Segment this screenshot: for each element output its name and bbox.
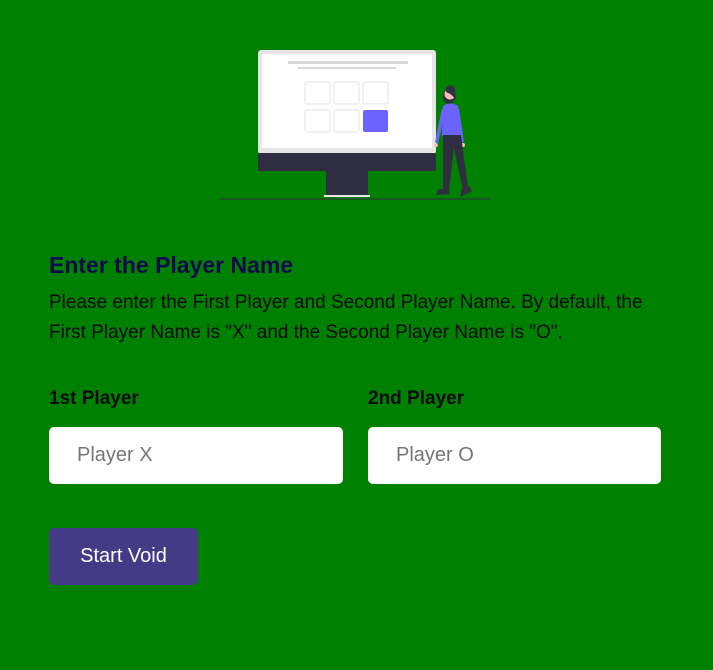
start-button[interactable]: Start Void bbox=[49, 528, 198, 585]
board-cell bbox=[304, 109, 331, 133]
person-figure bbox=[434, 85, 472, 197]
monitor-stand bbox=[326, 171, 368, 197]
first-player-label: 1st Player bbox=[49, 388, 139, 409]
second-player-label: 2nd Player bbox=[368, 388, 465, 409]
board-cell bbox=[333, 81, 360, 105]
board-cell bbox=[362, 81, 389, 105]
first-player-input[interactable] bbox=[49, 427, 343, 484]
second-player-input[interactable] bbox=[368, 427, 661, 484]
monitor-illustration bbox=[220, 50, 490, 200]
screen-line-1 bbox=[288, 61, 408, 64]
player-setup-page: Enter the Player Name Please enter the F… bbox=[0, 0, 713, 670]
screen-line-2 bbox=[298, 67, 396, 69]
monitor-chin bbox=[258, 153, 436, 171]
instructions-text: Please enter the First Player and Second… bbox=[49, 292, 643, 343]
board-cell bbox=[304, 81, 331, 105]
page-title: Enter the Player Name bbox=[49, 252, 294, 278]
board-cell-active bbox=[363, 110, 388, 132]
board-cell bbox=[333, 109, 360, 133]
monitor-base bbox=[324, 195, 370, 197]
